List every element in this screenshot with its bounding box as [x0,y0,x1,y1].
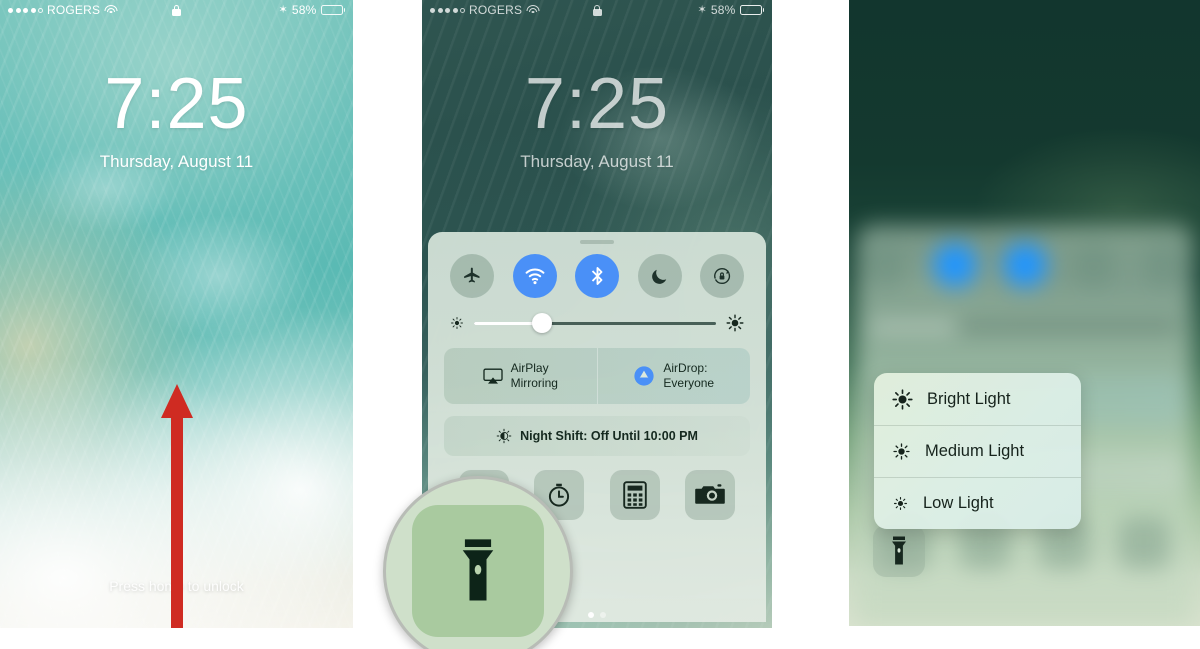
status-bar: ROGERS ✶ 58% [422,0,772,20]
brightness-medium-icon [893,443,910,460]
clock-time: 7:25 [524,64,670,144]
moon-icon [652,269,667,284]
wifi-icon [525,268,544,285]
flashlight-icon [462,539,494,601]
bluetooth-icon: ✶ [697,3,707,16]
peek-item-label: Low Light [923,494,994,512]
calculator-icon [623,481,647,509]
bluetooth-icon [591,267,602,285]
brightness-high-icon [892,388,913,410]
brightness-slider-row [440,298,754,346]
brightness-low-icon [451,317,463,329]
panel-3d-touch-menu: Bright Light Medium Light Low Light [849,0,1200,626]
rotation-lock-icon [714,267,731,285]
airdrop-icon [634,366,655,386]
wifi-toggle[interactable] [512,254,557,298]
airdrop-tile[interactable]: AirDrop: Everyone [596,348,751,404]
do-not-disturb-toggle[interactable] [637,254,682,298]
wifi-icon [526,5,540,15]
flashlight-peek-menu: Bright Light Medium Light Low Light [874,373,1081,529]
control-center-toggles [440,254,754,298]
night-shift-icon [496,428,512,444]
bright-light-option[interactable]: Bright Light [874,373,1081,425]
airplay-icon [482,368,503,384]
clock-date: Thursday, August 11 [520,152,674,171]
lock-icon [172,4,181,16]
signal-strength-icon [430,7,465,13]
brightness-high-icon [726,314,744,332]
battery-percent-label: 58% [291,3,317,17]
airplay-tile-label: AirPlay Mirroring [510,361,558,390]
airplay-mirroring-tile[interactable]: AirPlay Mirroring [444,348,597,404]
bluetooth-icon: ✶ [278,3,288,16]
flashlight-shortcut[interactable] [873,525,925,577]
bluetooth-toggle[interactable] [575,254,619,298]
flashlight-icon [892,536,906,565]
rotation-lock-toggle[interactable] [700,254,744,298]
panel-lock-screen: ROGERS ✶ 58% 7:25 Thursday, August 11 Pr… [0,0,353,628]
night-shift-button[interactable]: Night Shift: Off Until 10:00 PM [444,416,750,456]
peek-item-label: Medium Light [925,442,1025,460]
signal-strength-icon [8,7,43,13]
lock-screen-clock: 7:25 Thursday, August 11 [422,68,772,172]
brightness-low-icon [893,496,908,511]
page-dot [600,612,606,618]
swipe-up-arrow [161,384,193,628]
battery-icon [739,5,764,15]
calculator-shortcut[interactable] [609,470,660,520]
sheet-grabber[interactable] [580,240,614,244]
battery-percent-label: 58% [710,3,736,17]
low-light-option[interactable]: Low Light [874,477,1081,529]
airplane-mode-toggle[interactable] [450,254,494,298]
wifi-icon [104,5,118,15]
clock-date: Thursday, August 11 [99,152,254,171]
connectivity-tiles: AirPlay Mirroring AirDrop: Everyone [444,348,750,404]
magnified-flashlight-button[interactable] [412,505,544,637]
night-shift-label: Night Shift: Off Until 10:00 PM [520,429,698,443]
clock-time: 7:25 [104,64,249,144]
battery-icon [320,5,345,15]
carrier-label: ROGERS [47,3,101,17]
peek-item-label: Bright Light [927,389,1011,408]
timer-icon [549,483,570,507]
camera-icon [695,484,726,504]
airplane-icon [464,267,480,283]
page-dot-active [588,612,594,618]
camera-shortcut[interactable] [685,470,736,520]
medium-light-option[interactable]: Medium Light [874,425,1081,477]
screenshot-stage: ROGERS ✶ 58% 7:25 Thursday, August 11 Pr… [0,0,1200,649]
lock-screen-clock: 7:25 Thursday, August 11 [0,68,353,172]
status-bar: ROGERS ✶ 58% [0,0,353,20]
carrier-label: ROGERS [469,3,523,17]
lock-icon [592,4,602,16]
brightness-slider[interactable] [474,313,716,333]
airdrop-tile-label: AirDrop: Everyone [663,361,715,390]
